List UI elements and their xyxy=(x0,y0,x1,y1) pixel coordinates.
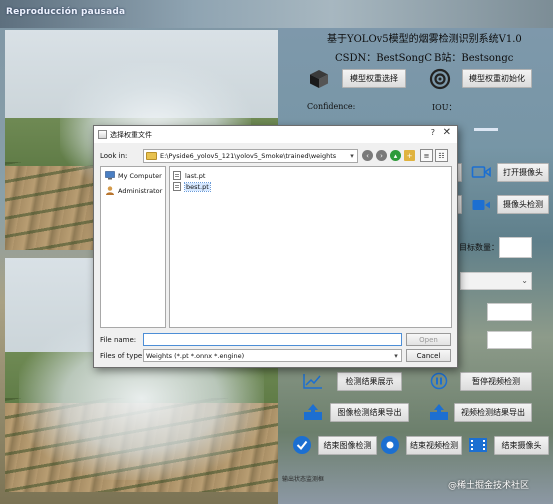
camera-detect-button[interactable]: 摄像头检测 xyxy=(497,195,549,214)
end-image-detect-button[interactable]: 结束图像检测 xyxy=(318,436,377,455)
file-type-value: Weights (*.pt *.onnx *.engine) xyxy=(146,351,245,360)
end-camera-button[interactable]: 结束摄像头 xyxy=(494,436,549,455)
file-name: best.pt xyxy=(184,181,211,192)
end-video-detect-button[interactable]: 结束视频检测 xyxy=(406,436,462,455)
confidence-label: Confidence: xyxy=(307,102,356,111)
iou-label: IOU： xyxy=(432,103,457,112)
cube-icon xyxy=(307,67,331,91)
target-count-field xyxy=(499,237,532,258)
video-upload-icon xyxy=(428,402,450,422)
file-icon xyxy=(173,182,181,191)
iou-slider[interactable] xyxy=(474,128,498,131)
file-icon xyxy=(173,171,181,180)
target-count-label: 目标数量： xyxy=(459,243,499,252)
coord-field-2 xyxy=(487,331,532,349)
system-title: 基于YOLOv5模型的烟雾检测识别系统V1.0 xyxy=(327,34,522,45)
chevron-down-icon: ⌄ xyxy=(521,276,528,285)
sidebar-item-label: My Computer xyxy=(118,171,162,180)
sidebar-item-label: Administrator xyxy=(118,186,163,195)
model-init-button[interactable]: 模型权重初始化 xyxy=(462,69,532,88)
sidebar-item-my-computer[interactable]: My Computer xyxy=(105,171,162,180)
camera-detect-icon xyxy=(470,195,492,215)
open-button[interactable]: Open xyxy=(406,333,451,346)
chart-icon xyxy=(302,371,324,391)
film-icon xyxy=(466,434,490,456)
target-icon xyxy=(428,67,452,91)
watermark: @稀土掘金技术社区 xyxy=(448,481,530,491)
image-export-button[interactable]: 图像检测结果导出 xyxy=(330,403,409,422)
file-item-last-pt[interactable]: last.pt xyxy=(173,171,205,180)
look-in-label: Look in: xyxy=(100,152,128,160)
model-select-button[interactable]: 模型权重选择 xyxy=(342,69,406,88)
app-icon xyxy=(98,130,107,139)
dialog-titlebar[interactable]: 选择权重文件 ? ✕ xyxy=(94,126,457,143)
video-paused-label: Reproducción pausada xyxy=(6,7,126,17)
up-folder-icon[interactable]: ▴ xyxy=(390,150,401,161)
sidebar-item-administrator[interactable]: Administrator xyxy=(105,186,162,195)
main-window: Reproducción pausada 基于YOLOv5模型的烟雾检测识别系统… xyxy=(0,0,553,504)
file-item-best-pt[interactable]: best.pt xyxy=(173,181,211,192)
video-camera-icon xyxy=(470,162,492,182)
dialog-title: 选择权重文件 xyxy=(110,130,152,139)
file-name: last.pt xyxy=(185,171,206,180)
file-type-label: Files of type: xyxy=(100,352,145,360)
places-sidebar: My Computer Administrator xyxy=(100,166,166,328)
upload-icon xyxy=(302,402,324,422)
close-icon[interactable]: ✕ xyxy=(443,127,451,138)
target-select-combo[interactable]: ⌄ xyxy=(460,272,532,290)
new-folder-icon[interactable]: + xyxy=(404,150,415,161)
open-camera-button[interactable]: 打开摄像头 xyxy=(497,163,549,182)
back-icon[interactable]: ‹ xyxy=(362,150,373,161)
folder-icon xyxy=(146,152,157,160)
user-icon xyxy=(106,186,114,195)
file-name-input[interactable] xyxy=(143,333,402,346)
file-name-label: File name: xyxy=(100,336,137,344)
list-view-icon[interactable]: ≡ xyxy=(420,149,433,162)
check-circle-icon xyxy=(290,434,314,456)
pause-icon xyxy=(428,370,450,391)
pause-video-button[interactable]: 暂停视频检测 xyxy=(460,372,532,391)
look-in-combo[interactable]: E:\Pyside6_yolov5_121\yolov5_Smoke\train… xyxy=(143,149,358,163)
detail-view-icon[interactable]: ☷ xyxy=(435,149,448,162)
chevron-down-icon: ▾ xyxy=(394,352,398,360)
cancel-button[interactable]: Cancel xyxy=(406,349,451,362)
chevron-down-icon: ▾ xyxy=(350,152,354,160)
detect-result-show-button[interactable]: 检测结果展示 xyxy=(337,372,402,391)
bilibili-label: B站：Bestsongc xyxy=(434,53,514,64)
csdn-label: CSDN：BestSongC xyxy=(335,53,433,64)
file-type-combo[interactable]: Weights (*.pt *.onnx *.engine) ▾ xyxy=(143,349,402,362)
forward-icon[interactable]: › xyxy=(376,150,387,161)
video-export-button[interactable]: 视频检测结果导出 xyxy=(454,403,532,422)
coord-field-1 xyxy=(487,303,532,321)
stop-circle-icon xyxy=(378,434,402,456)
look-in-path: E:\Pyside6_yolov5_121\yolov5_Smoke\train… xyxy=(160,152,337,160)
help-icon[interactable]: ? xyxy=(431,128,435,137)
file-list: last.pt best.pt xyxy=(169,166,452,328)
computer-icon xyxy=(105,171,115,180)
select-weights-dialog: 选择权重文件 ? ✕ Look in: E:\Pyside6_yolov5_12… xyxy=(93,125,458,368)
